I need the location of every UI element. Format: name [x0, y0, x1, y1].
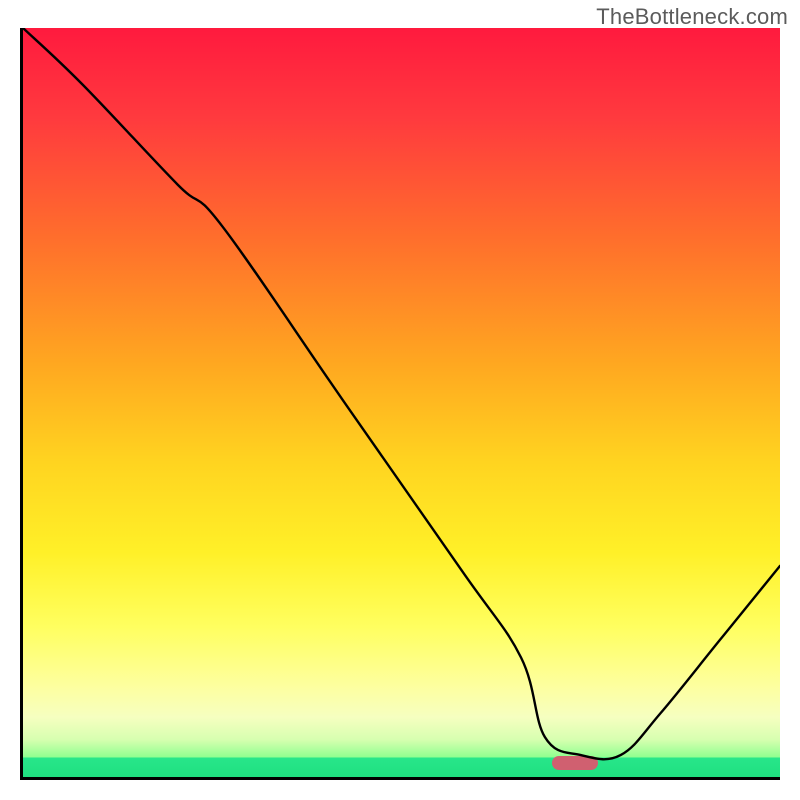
attribution-text: TheBottleneck.com — [596, 4, 788, 30]
background-gradient — [23, 28, 780, 777]
optimal-marker — [552, 756, 598, 770]
chart-frame: TheBottleneck.com — [0, 0, 800, 800]
plot-area — [20, 28, 780, 780]
